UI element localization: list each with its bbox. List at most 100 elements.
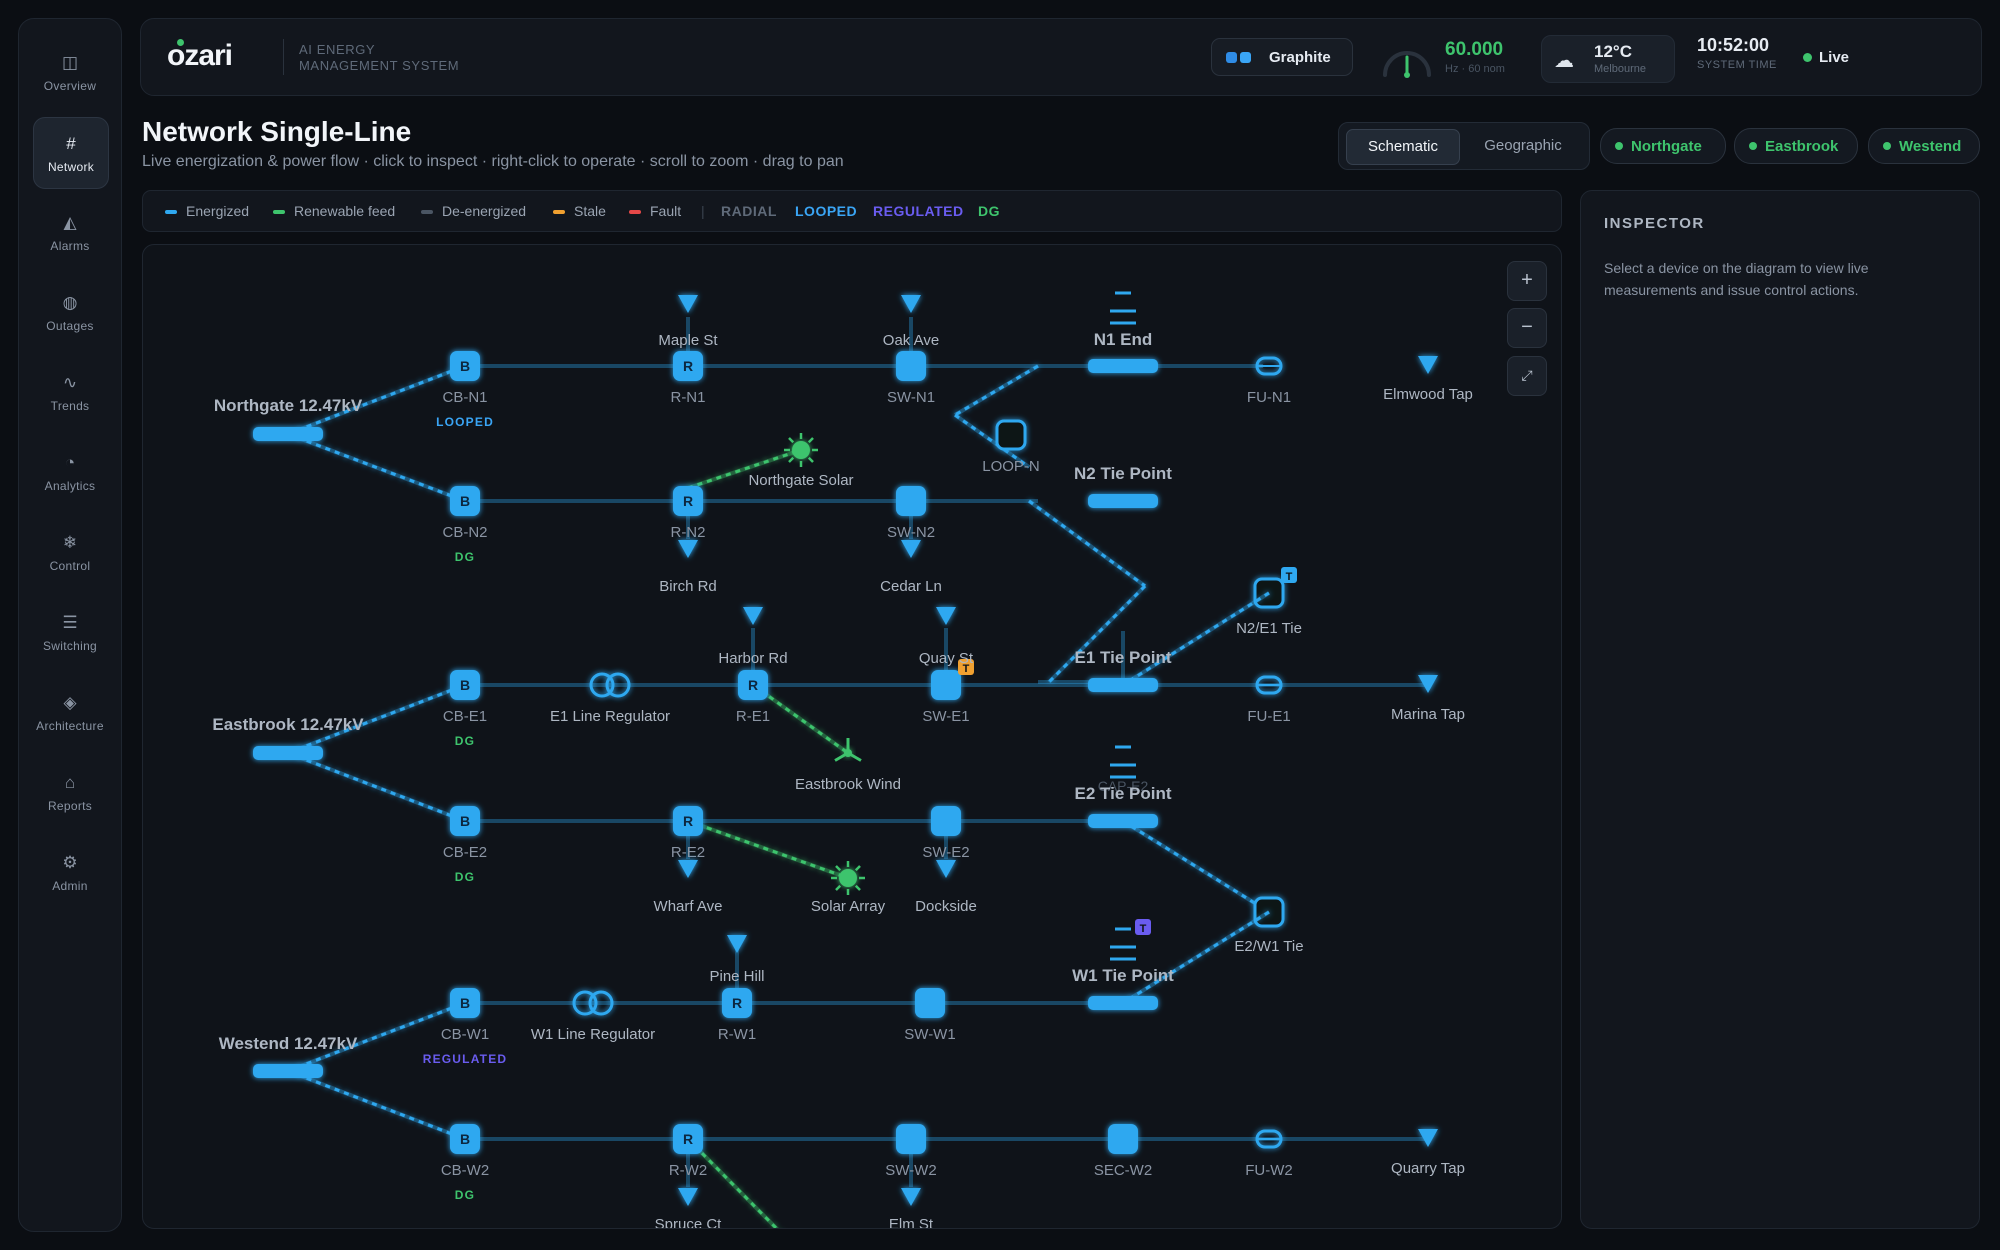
network-diagram-canvas[interactable]: Northgate 12.47kV B CB-N1 LOOPED B CB-N2 DG R R-… <box>142 244 1562 1229</box>
device-label-e2-w1-tie: E2/W1 Tie <box>1234 938 1303 955</box>
status-dot-icon <box>1883 142 1891 150</box>
tag-badge-icon-letter: T <box>1286 571 1293 583</box>
schematic-view-button[interactable]: Schematic <box>1346 129 1460 165</box>
load-arrow-icon[interactable] <box>936 607 956 625</box>
theme-label: Graphite <box>1269 48 1331 66</box>
tap-arrow-icon[interactable] <box>1418 356 1438 374</box>
tag-badge-icon-letter: T <box>1140 923 1147 935</box>
tagline-line-2: MANAGEMENT SYSTEM <box>299 58 460 73</box>
theme-selector-button[interactable]: Graphite <box>1211 38 1353 76</box>
device-label-sw-n1: SW-N1 <box>887 389 935 406</box>
load-label-harbor-rd: Harbor Rd <box>718 650 787 667</box>
badge-dg: DG <box>455 870 475 884</box>
legend-swatch-energized <box>165 210 177 214</box>
sidebar-item-label: Switching <box>42 638 98 653</box>
tie-bus-n1-end[interactable] <box>1088 359 1158 373</box>
sidebar-item-admin[interactable]: ⚙ Admin <box>33 837 107 907</box>
fit-view-button[interactable]: ⤢ <box>1507 356 1547 396</box>
switch-sw-w2[interactable] <box>896 1124 926 1154</box>
sidebar-item-label: Control <box>49 558 91 573</box>
zoom-in-button[interactable]: + <box>1507 261 1547 301</box>
load-arrow-icon[interactable] <box>901 295 921 313</box>
load-arrow-icon[interactable] <box>901 1188 921 1206</box>
switching-icon: ☰ <box>62 612 78 632</box>
load-label-wharf-ave: Wharf Ave <box>654 898 723 915</box>
sidebar-item-alarms[interactable]: ◭ Alarms <box>33 197 107 267</box>
load-arrow-icon[interactable] <box>727 935 747 953</box>
sidebar-item-network[interactable]: # Network <box>33 117 109 189</box>
area-chip-westend[interactable]: Westend <box>1868 128 1980 164</box>
sidebar-item-label: Reports <box>47 798 93 813</box>
solar-icon[interactable] <box>839 869 857 887</box>
admin-icon: ⚙ <box>62 852 78 872</box>
substation-bus-eastbrook[interactable] <box>253 746 323 760</box>
tie-label-n1-end: N1 End <box>1094 330 1153 349</box>
sidebar-item-architecture[interactable]: ◈ Architecture <box>33 677 107 747</box>
geographic-view-button[interactable]: Geographic <box>1467 129 1579 163</box>
inspector-title: INSPECTOR <box>1604 215 1705 232</box>
load-arrow-icon[interactable] <box>678 860 698 878</box>
sidebar-item-label: Outages <box>46 318 94 333</box>
switch-sw-n2[interactable] <box>896 486 926 516</box>
switch-sw-e1[interactable] <box>931 670 961 700</box>
area-chip-label: Westend <box>1899 137 1962 155</box>
sidebar-item-outages[interactable]: ◍ Outages <box>33 277 107 347</box>
switch-sw-n1[interactable] <box>896 351 926 381</box>
sectionalizer-sec-w2[interactable] <box>1108 1124 1138 1154</box>
breaker-cb-w1-symbol: B <box>460 995 470 1011</box>
live-status-label: Live <box>1819 49 1850 66</box>
load-arrow-icon[interactable] <box>901 540 921 558</box>
load-arrow-icon[interactable] <box>678 540 698 558</box>
load-label-maple-st: Maple St <box>658 332 718 349</box>
legend-swatch-fault <box>629 210 641 214</box>
tie-bus-n2[interactable] <box>1088 494 1158 508</box>
device-label-sw-e2: SW-E2 <box>922 844 969 861</box>
switch-sw-w1[interactable] <box>915 988 945 1018</box>
load-arrow-icon[interactable] <box>678 295 698 313</box>
load-label-spruce-ct: Spruce Ct <box>655 1216 723 1229</box>
load-label-elm-st: Elm St <box>889 1216 934 1229</box>
load-label-oak-ave: Oak Ave <box>883 332 939 349</box>
substation-bus-westend[interactable] <box>253 1064 323 1078</box>
badge-dg: DG <box>455 550 475 564</box>
load-arrow-icon[interactable] <box>678 1188 698 1206</box>
tie-bus-e2[interactable] <box>1088 814 1158 828</box>
area-chip-northgate[interactable]: Northgate <box>1600 128 1726 164</box>
zoom-out-button[interactable]: − <box>1507 308 1547 348</box>
device-label-fu-n1: FU-N1 <box>1247 389 1291 406</box>
device-label-r-n1: R-N1 <box>670 389 705 406</box>
breaker-cb-n2-symbol: B <box>460 493 470 509</box>
tie-bus-w1[interactable] <box>1088 996 1158 1010</box>
device-label-cb-n1: CB-N1 <box>442 389 487 406</box>
recloser-r-e1-symbol: R <box>748 677 758 693</box>
load-arrow-icon[interactable] <box>936 860 956 878</box>
sidebar-item-overview[interactable]: ◫ Overview <box>33 37 107 107</box>
system-time-label: SYSTEM TIME <box>1697 59 1777 71</box>
substation-bus-northgate[interactable] <box>253 427 323 441</box>
switch-loop-n[interactable] <box>995 419 1027 451</box>
sidebar-item-switching[interactable]: ☰ Switching <box>33 597 107 667</box>
sidebar: ◫ Overview # Network ◭ Alarms ◍ Outages ∿ Trends ◔… <box>18 18 122 1232</box>
area-chip-eastbrook[interactable]: Eastbrook <box>1734 128 1858 164</box>
solar-icon[interactable] <box>792 441 810 459</box>
recloser-r-e2-symbol: R <box>683 813 693 829</box>
feeder-line[interactable] <box>1028 499 1146 588</box>
single-line-diagram[interactable]: Northgate 12.47kV B CB-N1 LOOPED B CB-N2 DG R R-… <box>143 245 1562 1229</box>
sidebar-item-control[interactable]: ❄ Control <box>33 517 107 587</box>
sidebar-item-label: Network <box>47 159 95 174</box>
tie-bus-e1[interactable] <box>1088 678 1158 692</box>
tap-label-quarry: Quarry Tap <box>1391 1160 1465 1177</box>
badge-looped: LOOPED <box>436 415 494 429</box>
device-label-sw-w1: SW-W1 <box>904 1026 955 1043</box>
recloser-r-w1-symbol: R <box>732 995 742 1011</box>
load-arrow-icon[interactable] <box>743 607 763 625</box>
legend-swatch-stale <box>553 210 565 214</box>
sidebar-item-analytics[interactable]: ◔ Analytics <box>33 437 107 507</box>
sidebar-item-reports[interactable]: ⌂ Reports <box>33 757 107 827</box>
sidebar-item-trends[interactable]: ∿ Trends <box>33 357 107 427</box>
legend-dg: DG <box>978 203 1000 219</box>
diagram-legend: Energized Renewable feed De-energized St… <box>142 190 1562 232</box>
reports-icon: ⌂ <box>64 772 76 792</box>
switch-sw-e2[interactable] <box>931 806 961 836</box>
legend-deenergized: De-energized <box>442 203 527 219</box>
